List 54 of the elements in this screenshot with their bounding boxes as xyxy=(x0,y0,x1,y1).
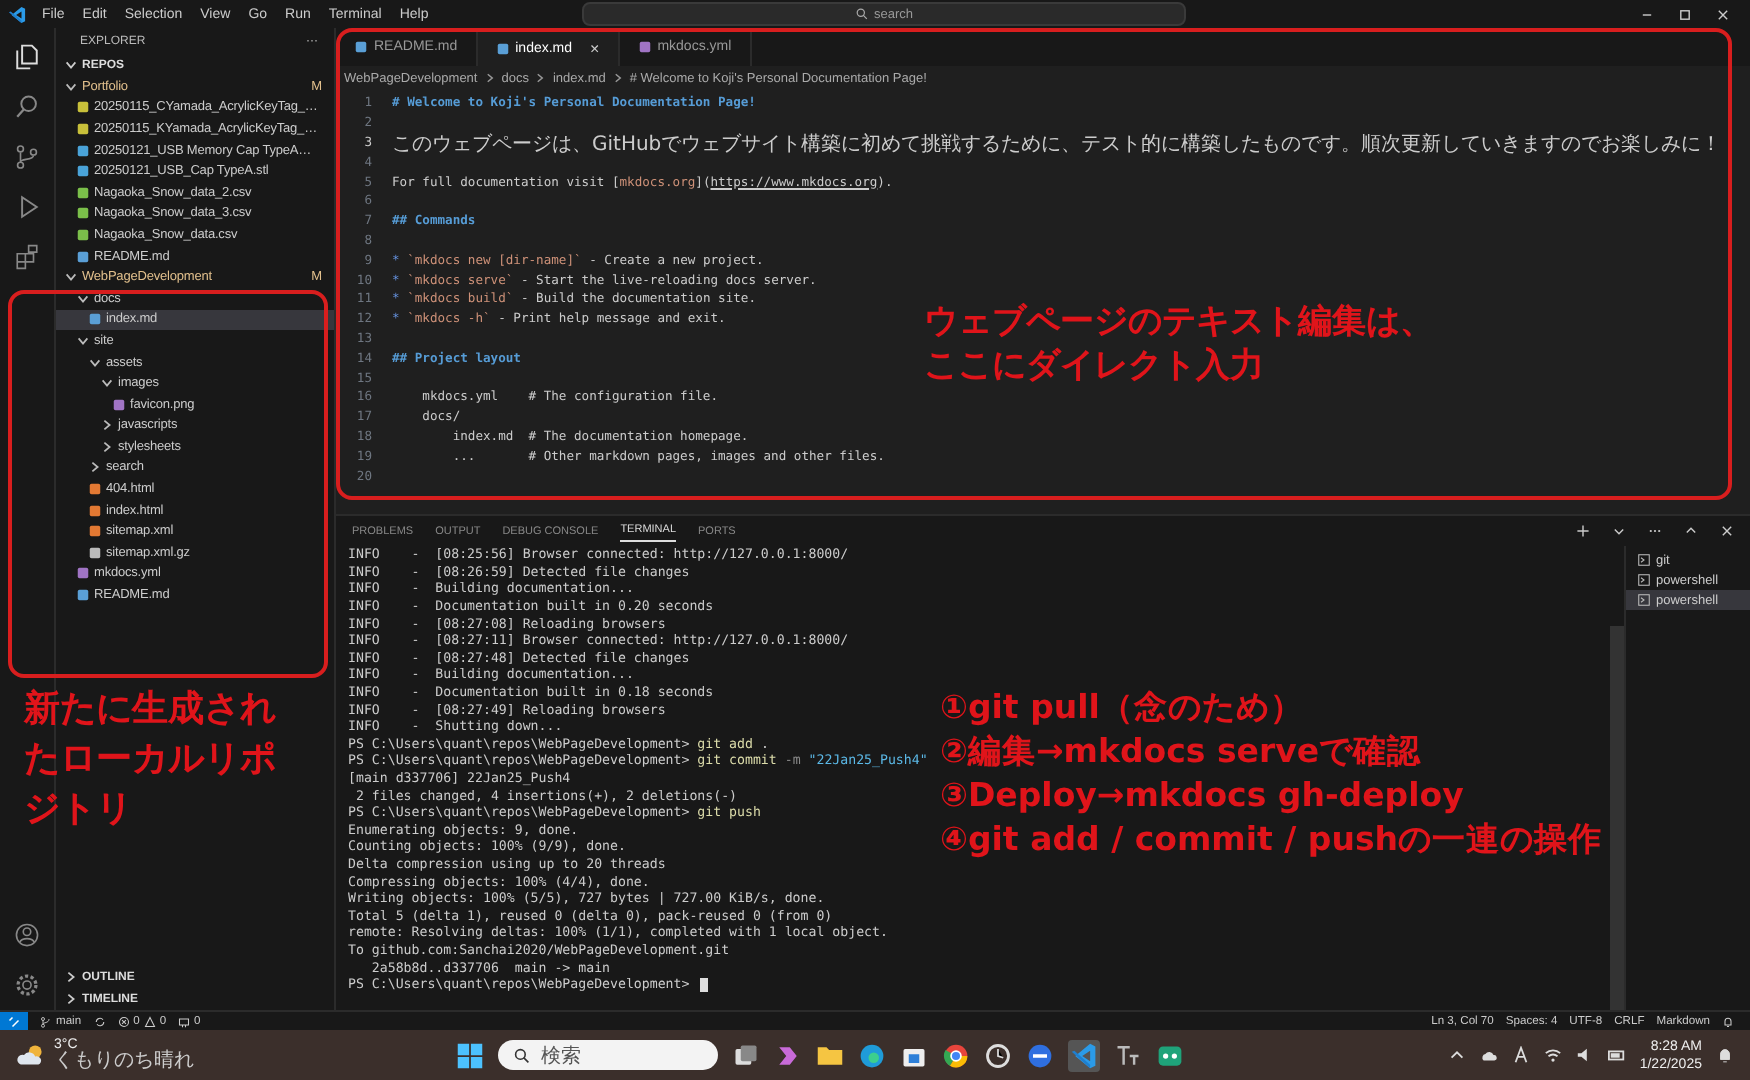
error-icon xyxy=(117,1015,130,1027)
close-panel-icon[interactable] xyxy=(1720,524,1734,538)
chat-app-icon[interactable] xyxy=(1156,1041,1185,1069)
chevron-icon xyxy=(534,72,547,84)
remote-icon xyxy=(8,1015,20,1027)
windows-start-icon[interactable] xyxy=(456,1041,485,1069)
add-terminal-icon[interactable] xyxy=(1576,524,1590,538)
taskbar-search-field[interactable]: 検索 xyxy=(498,1040,719,1070)
files-icon[interactable] xyxy=(14,44,40,70)
search-icon xyxy=(855,8,868,20)
notifications-icon[interactable] xyxy=(1722,1015,1734,1027)
clock-app-icon[interactable] xyxy=(984,1041,1013,1069)
account-icon[interactable] xyxy=(14,922,40,948)
task-view-icon[interactable] xyxy=(732,1041,761,1069)
terminal-icon xyxy=(1638,594,1650,606)
chevron-icon xyxy=(483,72,496,84)
maximize-panel-icon[interactable] xyxy=(1684,524,1698,538)
cloud-tray-icon[interactable] xyxy=(1479,1046,1498,1064)
terminal-icon xyxy=(1638,554,1650,566)
warning-icon xyxy=(143,1015,156,1027)
annotation-text: ウェブページのテキスト編集は、 xyxy=(924,300,1434,344)
annotation-text: ここにダイレクト入力 xyxy=(924,344,1266,388)
ports-icon xyxy=(178,1015,191,1027)
chevron-icon xyxy=(611,72,624,84)
annotation-step: ①git pull（念のため） xyxy=(940,686,1603,730)
folder-icon[interactable] xyxy=(816,1041,845,1069)
search-icon xyxy=(514,1047,531,1063)
scrollbar[interactable] xyxy=(1610,626,1624,1010)
maximize-icon[interactable] xyxy=(1678,7,1692,21)
wifi-icon[interactable] xyxy=(1543,1046,1562,1064)
annotation-step: ④git add / commit / pushの一連の操作 xyxy=(940,818,1603,862)
annotation-text: 新たに生成されたローカルリポジトリ xyxy=(24,686,278,834)
terminal-cursor xyxy=(699,977,708,992)
round-app-icon[interactable] xyxy=(1026,1041,1055,1069)
app-logo-icon xyxy=(8,5,26,23)
weather-text: くもりのち晴れ xyxy=(54,1052,194,1072)
tray-expand-icon[interactable] xyxy=(1447,1046,1466,1064)
terminal-icon xyxy=(1638,574,1650,586)
battery-icon[interactable] xyxy=(1607,1046,1626,1064)
source-control-icon[interactable] xyxy=(14,144,40,170)
branch-icon xyxy=(40,1015,52,1027)
text-app-icon[interactable] xyxy=(1114,1041,1143,1069)
close-icon[interactable] xyxy=(1716,7,1730,21)
code-line: このウェブページは、GitHubでウェブサイト構築に初めて挑戦するために、テスト的に構築したものです。順次更新していきますのでお楽しみに！ xyxy=(392,131,1722,157)
extensions-icon[interactable] xyxy=(14,244,40,270)
annotation-step: ③Deploy→mkdocs gh-deploy xyxy=(940,774,1603,818)
weather-icon[interactable] xyxy=(16,1042,48,1068)
sync-icon[interactable] xyxy=(93,1015,106,1027)
settings-icon[interactable] xyxy=(14,972,40,998)
search-icon[interactable] xyxy=(14,94,40,120)
dropdown-icon[interactable] xyxy=(1612,524,1626,538)
notification-bell-icon[interactable] xyxy=(1716,1046,1734,1064)
annotation-step: ②編集→mkdocs serveで確認 xyxy=(940,730,1603,774)
ime-icon[interactable] xyxy=(1511,1046,1530,1064)
